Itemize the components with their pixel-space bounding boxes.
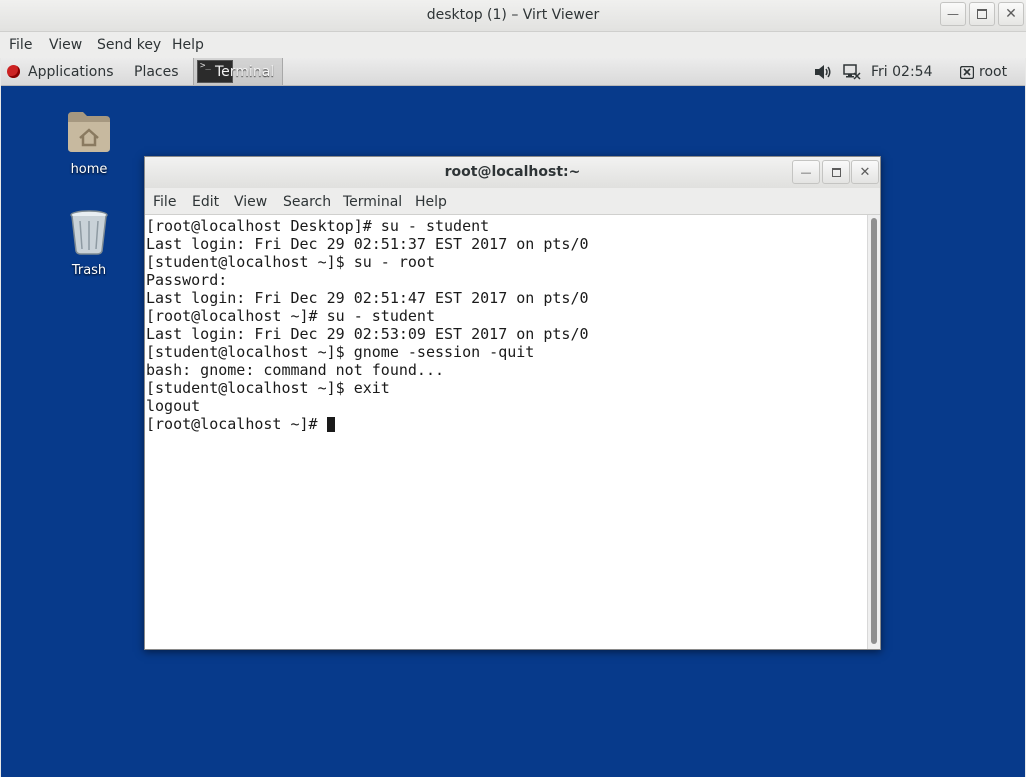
viewer-menu-file[interactable]: File xyxy=(9,37,32,53)
close-icon: ✕ xyxy=(859,164,871,180)
terminal-prompt: [root@localhost ~]# xyxy=(146,415,327,433)
viewer-maximize-button[interactable] xyxy=(969,2,995,26)
volume-icon[interactable] xyxy=(814,64,832,80)
maximize-icon xyxy=(831,167,841,177)
terminal-prompt-line[interactable]: [root@localhost ~]# xyxy=(146,415,867,433)
terminal-menubar: File Edit View Search Terminal Help xyxy=(145,188,880,215)
panel-user-menu[interactable]: root xyxy=(979,64,1007,80)
viewer-menubar: File View Send key Help xyxy=(0,32,1026,58)
terminal-menu-edit[interactable]: Edit xyxy=(192,194,219,210)
network-icon[interactable] xyxy=(843,63,861,81)
minimize-icon: — xyxy=(800,165,812,179)
terminal-line: Last login: Fri Dec 29 02:51:37 EST 2017… xyxy=(146,235,589,253)
minimize-icon: — xyxy=(947,7,959,21)
places-menu[interactable]: Places xyxy=(134,64,179,80)
viewer-minimize-button[interactable]: — xyxy=(940,2,966,26)
viewer-menu-view[interactable]: View xyxy=(49,37,82,53)
terminal-line: [root@localhost ~]# su - student xyxy=(146,307,435,325)
terminal-close-button[interactable]: ✕ xyxy=(851,160,879,184)
terminal-line: bash: gnome: command not found... xyxy=(146,361,445,379)
redhat-logo-icon xyxy=(7,65,20,78)
desktop-icon-trash[interactable]: Trash xyxy=(49,209,129,278)
maximize-icon xyxy=(977,9,987,19)
terminal-maximize-button[interactable] xyxy=(822,160,850,184)
terminal-menu-view[interactable]: View xyxy=(234,194,267,210)
terminal-line: Last login: Fri Dec 29 02:51:47 EST 2017… xyxy=(146,289,589,307)
terminal-menu-file[interactable]: File xyxy=(153,194,176,210)
terminal-line: [student@localhost ~]$ exit xyxy=(146,379,390,397)
terminal-line: Password: xyxy=(146,271,228,289)
terminal-scrollbar[interactable] xyxy=(867,215,880,649)
terminal-menu-search[interactable]: Search xyxy=(283,194,331,210)
terminal-titlebar[interactable]: root@localhost:~ — ✕ xyxy=(145,157,880,188)
viewer-menu-help[interactable]: Help xyxy=(172,37,204,53)
terminal-window: root@localhost:~ — ✕ File Edit View Sear… xyxy=(144,156,881,650)
taskbar-terminal-button[interactable]: >_ Terminal xyxy=(193,58,283,85)
desktop-icon-label: home xyxy=(70,162,108,177)
close-icon: ✕ xyxy=(1005,6,1017,22)
text-cursor xyxy=(326,417,335,432)
desktop-icon-label: Trash xyxy=(71,263,107,278)
applications-menu[interactable]: Applications xyxy=(28,64,114,80)
terminal-minimize-button[interactable]: — xyxy=(792,160,820,184)
terminal-line: Last login: Fri Dec 29 02:53:09 EST 2017… xyxy=(146,325,589,343)
taskbar-terminal-label: Terminal xyxy=(215,64,275,80)
terminal-title: root@localhost:~ xyxy=(444,164,581,180)
scrollbar-thumb[interactable] xyxy=(871,218,877,644)
gnome-top-panel: Applications Places >_ Terminal Fri 02:5… xyxy=(1,58,1025,86)
home-folder-icon xyxy=(68,112,110,152)
panel-clock[interactable]: Fri 02:54 xyxy=(871,64,932,80)
terminal-output[interactable]: [root@localhost Desktop]# su - student L… xyxy=(145,215,867,649)
terminal-line: [student@localhost ~]$ gnome -session -q… xyxy=(146,343,535,361)
terminal-line: logout xyxy=(146,397,201,415)
terminal-line: [student@localhost ~]$ su - root xyxy=(146,253,435,271)
viewer-title: desktop (1) – Virt Viewer xyxy=(426,7,600,23)
user-icon xyxy=(959,64,975,80)
viewer-menu-send-key[interactable]: Send key xyxy=(97,37,161,53)
viewer-close-button[interactable]: ✕ xyxy=(998,2,1024,26)
terminal-line: [root@localhost Desktop]# su - student xyxy=(146,217,490,235)
terminal-menu-terminal[interactable]: Terminal xyxy=(343,194,402,210)
terminal-menu-help[interactable]: Help xyxy=(415,194,447,210)
desktop-icon-home[interactable]: home xyxy=(49,108,129,177)
trash-icon xyxy=(70,210,108,255)
viewer-titlebar: desktop (1) – Virt Viewer — ✕ xyxy=(0,0,1026,32)
